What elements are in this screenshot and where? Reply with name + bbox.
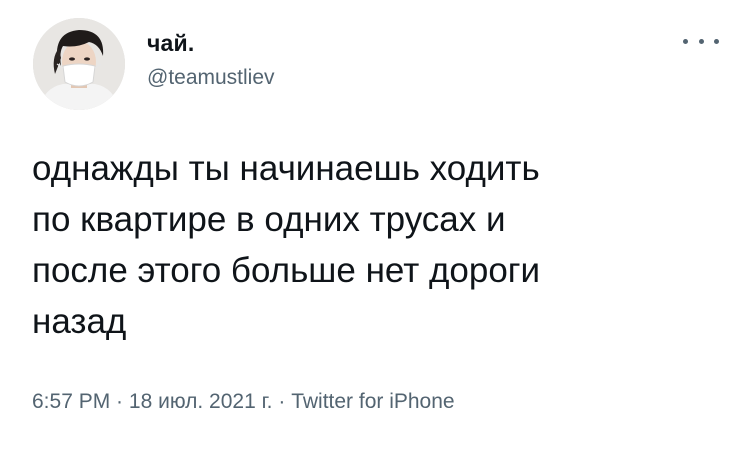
tweet-time[interactable]: 6:57 PM: [32, 390, 110, 413]
more-horizontal-icon: [683, 38, 688, 44]
author-handle[interactable]: @teamustliev: [147, 66, 275, 90]
metadata-separator: ·: [110, 390, 129, 413]
author-name[interactable]: чай.: [147, 30, 194, 57]
more-horizontal-icon-dot: [714, 38, 719, 44]
metadata-separator: ·: [272, 390, 292, 413]
tweet-source[interactable]: Twitter for iPhone: [291, 390, 454, 413]
tweet-metadata: 6:57 PM · 18 июл. 2021 г. · Twitter for …: [32, 390, 455, 414]
more-options-button[interactable]: [683, 33, 719, 49]
avatar[interactable]: [33, 18, 125, 110]
tweet-date[interactable]: 18 июл. 2021 г.: [129, 390, 273, 413]
tweet-card: чай. @teamustliev однажды ты начинаешь х…: [0, 0, 750, 451]
more-horizontal-icon-dot: [698, 38, 704, 44]
avatar-image: [33, 18, 125, 110]
tweet-text: однажды ты начинаешь ходить по квартире …: [32, 149, 541, 341]
